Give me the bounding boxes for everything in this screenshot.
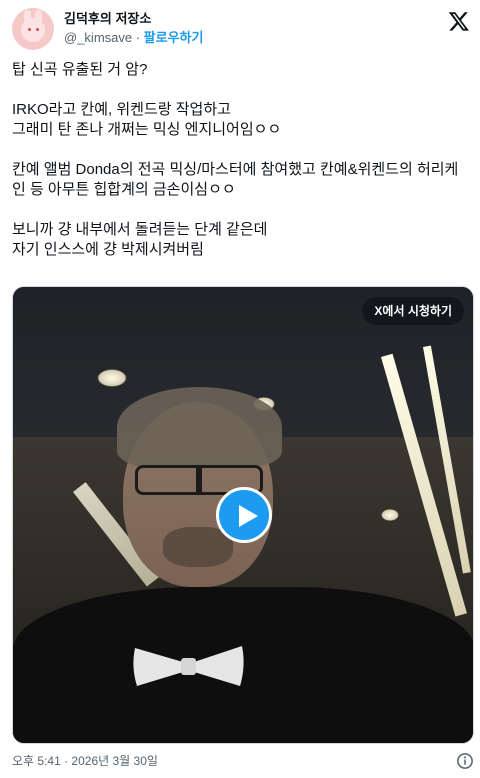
rabbit-avatar-icon[interactable] — [12, 8, 54, 50]
watch-on-x-button[interactable]: X에서 시청하기 — [362, 297, 464, 325]
tweet-header: 김덕후의 저장소 @_kimsave · 팔로우하기 — [12, 8, 474, 50]
video-player[interactable]: X에서 시청하기 — [12, 286, 474, 744]
author-handle-line: @_kimsave · 팔로우하기 — [64, 29, 203, 47]
tweet-paragraph: 보니까 걍 내부에서 돌려듣는 단계 같은데 자기 인스스에 걍 박제시켜버림 — [12, 221, 268, 258]
tweet-paragraph: IRKO라고 칸예, 위켄드랑 작업하고 그래미 탄 존나 개쩌는 믹싱 엔지니… — [12, 101, 282, 138]
video-person-hair — [117, 387, 282, 467]
tweet-footer: 오후 5:41 · 2026년 3월 30일 — [12, 752, 474, 772]
author-block: 김덕후의 저장소 @_kimsave · 팔로우하기 — [64, 10, 203, 47]
tweet-paragraph: 칸예 앨범 Donda의 전곡 믹싱/마스터에 참여했고 칸예&위켄드의 허리케… — [12, 161, 459, 198]
ceiling-light — [97, 369, 127, 387]
author-display-name[interactable]: 김덕후의 저장소 — [64, 10, 203, 28]
tweet-text: 탑 신곡 유출된 거 암? IRKO라고 칸예, 위켄드랑 작업하고 그래미 탄… — [12, 60, 468, 260]
play-icon[interactable] — [216, 487, 272, 543]
author-handle[interactable]: @_kimsave — [64, 30, 132, 45]
follow-button[interactable]: 팔로우하기 — [144, 30, 204, 45]
tweet-paragraph: 탑 신곡 유출된 거 암? — [12, 61, 148, 78]
info-icon[interactable] — [456, 752, 474, 770]
handle-separator: · — [132, 30, 144, 45]
x-logo-icon[interactable] — [448, 10, 470, 32]
tweet-card: 김덕후의 저장소 @_kimsave · 팔로우하기 탑 신곡 유출된 거 암?… — [0, 0, 480, 778]
ceiling-light — [381, 509, 399, 521]
tweet-timestamp[interactable]: 오후 5:41 · 2026년 3월 30일 — [12, 752, 474, 770]
bowtie — [133, 646, 244, 686]
